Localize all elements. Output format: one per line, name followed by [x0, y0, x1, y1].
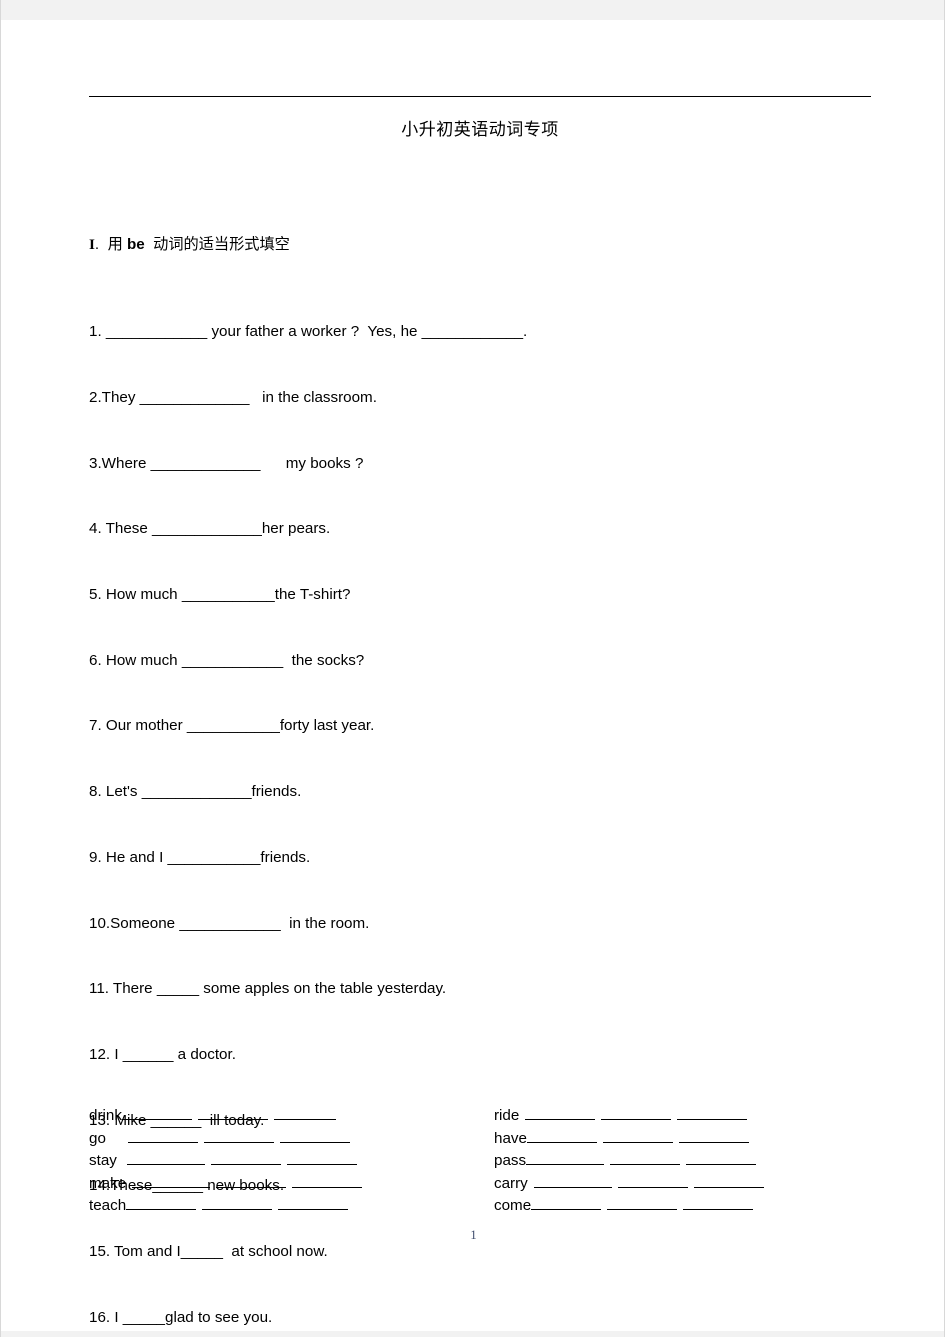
answer-blank-past-tense[interactable]	[273, 1106, 336, 1120]
verb-word: have	[494, 1129, 527, 1147]
answer-blank-third-person[interactable]	[525, 1106, 596, 1120]
document-title: 小升初英语动词专项	[401, 120, 559, 139]
answer-blank-past-tense[interactable]	[677, 1106, 748, 1120]
exercise-line: 3.Where _____________ my books ?	[89, 454, 364, 472]
verb-word: drink	[89, 1107, 122, 1124]
verb-entry-right: ride	[494, 1105, 889, 1128]
answer-blank-present-participle[interactable]	[216, 1174, 287, 1188]
verb-entry-left: make	[89, 1173, 494, 1196]
exercise-line: 16. I _____glad to see you.	[89, 1308, 273, 1326]
verb-entry-left: go	[89, 1128, 494, 1151]
answer-blank-present-participle[interactable]	[197, 1106, 268, 1120]
be-keyword: be	[127, 235, 145, 253]
table-row: stay pass	[89, 1150, 889, 1173]
answer-blank-past-tense[interactable]	[693, 1174, 764, 1188]
verb-word: teach	[89, 1197, 127, 1214]
exercise-line: 15. Tom and I_____ at school now.	[89, 1243, 328, 1261]
verb-entry-right: carry	[494, 1173, 889, 1196]
verb-word: come	[494, 1197, 532, 1214]
verb-entry-right: come	[494, 1195, 889, 1218]
document-page: 小升初英语动词专项 I. 用 be 动词的适当形式填空 1. _________…	[0, 0, 945, 1337]
verb-entry-left: stay	[89, 1150, 494, 1173]
verb-word: make	[89, 1174, 127, 1192]
answer-blank-third-person[interactable]	[126, 1196, 197, 1210]
exercise-line: 9. He and I ___________friends.	[89, 848, 311, 866]
page-top-margin-band	[1, 0, 944, 20]
table-row: teach come	[89, 1195, 889, 1218]
table-row: go have	[89, 1128, 889, 1151]
answer-blank-present-participle[interactable]	[602, 1129, 673, 1143]
verb-word: stay	[89, 1152, 117, 1169]
answer-blank-third-person[interactable]	[127, 1129, 198, 1143]
answer-blank-third-person[interactable]	[533, 1174, 612, 1188]
page-number: 1	[470, 1228, 477, 1242]
section-heading-text-1: . 用 be 动词的适当形式填空	[94, 235, 290, 253]
answer-blank-past-tense[interactable]	[279, 1129, 350, 1143]
exercise-line: 11. There _____ some apples on the table…	[89, 980, 447, 998]
table-row: make carry	[89, 1173, 889, 1196]
header-horizontal-rule	[89, 96, 871, 97]
answer-blank-present-participle[interactable]	[610, 1151, 681, 1165]
answer-blank-present-participle[interactable]	[203, 1129, 274, 1143]
answer-blank-past-tense[interactable]	[686, 1151, 757, 1165]
answer-blank-third-person[interactable]	[121, 1106, 192, 1120]
verb-entry-left: drink	[89, 1105, 494, 1128]
verb-conjugation-table: drink ride go have stay pass make carry …	[89, 1105, 889, 1218]
verb-word: ride	[494, 1107, 520, 1124]
answer-blank-present-participle[interactable]	[617, 1174, 688, 1188]
exercise-line: 1. ____________ your father a worker ? Y…	[89, 323, 528, 341]
exercise-line: 6. How much ____________ the socks?	[89, 651, 365, 669]
verb-entry-right: have	[494, 1128, 889, 1151]
answer-blank-past-tense[interactable]	[683, 1196, 754, 1210]
answer-blank-present-participle[interactable]	[607, 1196, 678, 1210]
answer-blank-past-tense[interactable]	[678, 1129, 749, 1143]
exercise-line: 8. Let's _____________friends.	[89, 783, 302, 801]
answer-blank-third-person[interactable]	[526, 1129, 597, 1143]
answer-blank-past-tense[interactable]	[278, 1196, 349, 1210]
exercise-line: 12. I ______ a doctor.	[89, 1045, 236, 1063]
section-heading-1: I. 用 be 动词的适当形式填空	[89, 234, 889, 256]
verb-word: carry	[494, 1174, 528, 1192]
verb-entry-right: pass	[494, 1150, 889, 1173]
table-row: drink ride	[89, 1105, 889, 1128]
exercise-line: 2.They _____________ in the classroom.	[89, 388, 377, 406]
exercise-line: 4. These _____________her pears.	[89, 520, 331, 538]
answer-blank-third-person[interactable]	[126, 1151, 205, 1165]
verb-word: pass	[494, 1152, 527, 1169]
answer-blank-present-participle[interactable]	[601, 1106, 672, 1120]
exercise-line: 10.Someone ____________ in the room.	[89, 914, 370, 932]
answer-blank-present-participle[interactable]	[210, 1151, 281, 1165]
exercise-line: 7. Our mother ___________forty last year…	[89, 717, 375, 735]
answer-blank-third-person[interactable]	[132, 1174, 211, 1188]
answer-blank-third-person[interactable]	[531, 1196, 602, 1210]
answer-blank-present-participle[interactable]	[202, 1196, 273, 1210]
answer-blank-third-person[interactable]	[526, 1151, 605, 1165]
answer-blank-past-tense[interactable]	[292, 1174, 363, 1188]
verb-entry-left: teach	[89, 1195, 494, 1218]
answer-blank-past-tense[interactable]	[286, 1151, 357, 1165]
exercise-line: 5. How much ___________the T-shirt?	[89, 586, 351, 604]
verb-word: go	[89, 1129, 106, 1147]
